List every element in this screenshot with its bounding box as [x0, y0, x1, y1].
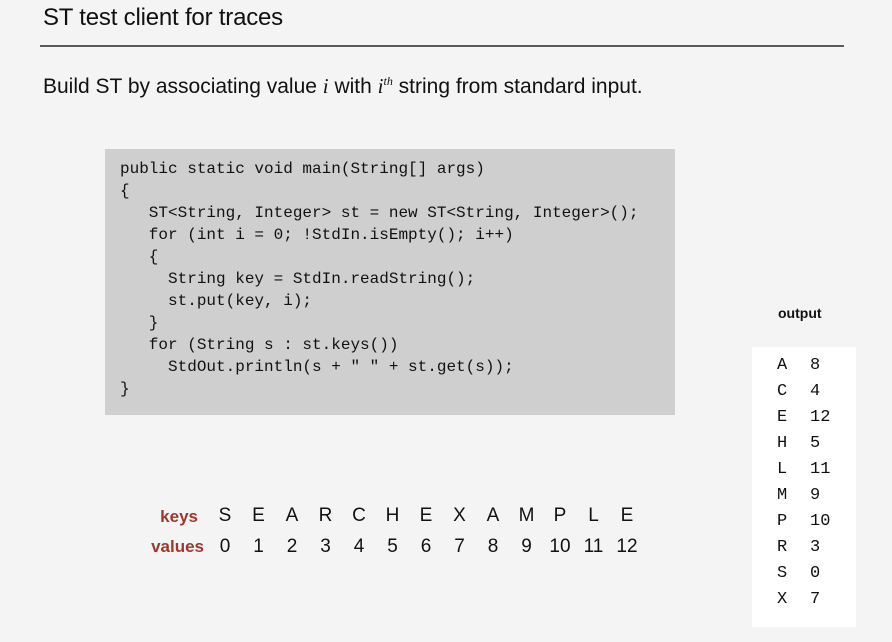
trace-value: 12 — [616, 536, 638, 557]
trace-key: S — [218, 505, 232, 526]
trace-value: 5 — [387, 536, 398, 557]
trace-value: 8 — [487, 536, 499, 557]
values-label: values — [151, 537, 204, 556]
trace-value: 9 — [521, 536, 532, 557]
code-line: StdOut.println(s + " " + st.get(s)); — [120, 358, 514, 376]
code-line: for (String s : st.keys()) — [120, 336, 399, 354]
output-value: 5 — [810, 434, 821, 453]
trace-key: R — [318, 505, 333, 526]
trace-key: A — [285, 505, 299, 526]
code-line: { — [120, 182, 130, 200]
output-key: S — [777, 564, 788, 583]
trace-key: M — [518, 505, 535, 526]
trace-value: 10 — [549, 536, 571, 557]
output-value: 11 — [810, 460, 831, 479]
subtitle-mid: with — [328, 75, 378, 98]
trace-key: L — [588, 505, 599, 526]
code-line: String key = StdIn.readString(); — [120, 270, 476, 288]
output-key: M — [777, 486, 788, 505]
output-row: E 12 — [752, 408, 856, 434]
output-key: A — [777, 356, 788, 375]
output-value: 9 — [810, 486, 821, 505]
output-key: X — [777, 590, 788, 609]
keys-label: keys — [160, 507, 198, 526]
subtitle-ordinal-suffix: th — [383, 74, 393, 88]
output-row: X7 — [752, 590, 856, 616]
output-value: 3 — [810, 538, 821, 557]
code-line: for (int i = 0; !StdIn.isEmpty(); i++) — [120, 226, 514, 244]
trace-value: 6 — [420, 536, 432, 557]
output-value: 8 — [810, 356, 821, 375]
trace-key: E — [419, 505, 433, 526]
code-line: { — [120, 248, 159, 266]
trace-value: 2 — [286, 536, 298, 557]
output-value: 7 — [810, 590, 821, 609]
trace-value: 4 — [353, 536, 365, 557]
output-key: L — [777, 460, 788, 479]
slide-subtitle: Build ST by associating value i with ith… — [43, 74, 643, 99]
output-value: 4 — [810, 382, 821, 401]
trace-key: X — [453, 505, 466, 526]
trace-value: 7 — [454, 536, 465, 557]
output-row: C4 — [752, 382, 856, 408]
trace-value: 1 — [253, 536, 264, 557]
output-panel: A 8 C 4 E 12 H 5 L 11 M 9 P 10 R 3 S 0 X 7 — [752, 347, 856, 627]
output-row: L 11 — [752, 460, 856, 486]
output-key: C — [777, 382, 788, 401]
code-line: st.put(key, i); — [120, 292, 313, 310]
output-value: 0 — [810, 564, 821, 583]
output-row: P 10 — [752, 512, 856, 538]
output-key: E — [777, 408, 788, 427]
trace-key: C — [352, 505, 366, 526]
code-line: } — [120, 314, 159, 332]
output-key: P — [777, 512, 788, 531]
trace-key: E — [252, 505, 265, 526]
code-listing: public static void main(String[] args){ … — [120, 158, 638, 400]
trace-key: H — [385, 505, 400, 526]
output-row: H5 — [752, 434, 856, 460]
output-row: M9 — [752, 486, 856, 512]
output-value: 12 — [810, 408, 831, 427]
trace-value: 11 — [583, 536, 604, 557]
trace-value: 0 — [219, 536, 231, 557]
output-row: R3 — [752, 538, 856, 564]
code-line: } — [120, 380, 130, 398]
code-line: ST<String, Integer> st = new ST<String, … — [120, 204, 639, 222]
output-key: H — [777, 434, 788, 453]
output-key: R — [777, 538, 788, 557]
trace-key: P — [553, 505, 567, 526]
title-divider — [40, 45, 844, 47]
trace-key: E — [620, 505, 634, 526]
output-row: S0 — [752, 564, 856, 590]
slide-title: ST test client for traces — [43, 4, 283, 31]
subtitle-prefix: Build ST by associating value — [43, 75, 323, 98]
output-label: output — [778, 305, 822, 321]
subtitle-suffix: string from standard input. — [392, 75, 643, 98]
code-block: public static void main(String[] args){ … — [105, 149, 675, 415]
trace-value: 3 — [320, 536, 331, 557]
code-line: public static void main(String[] args) — [120, 160, 485, 178]
trace-key: A — [486, 505, 500, 526]
output-value: 10 — [810, 512, 831, 531]
output-row: A8 — [752, 356, 856, 382]
